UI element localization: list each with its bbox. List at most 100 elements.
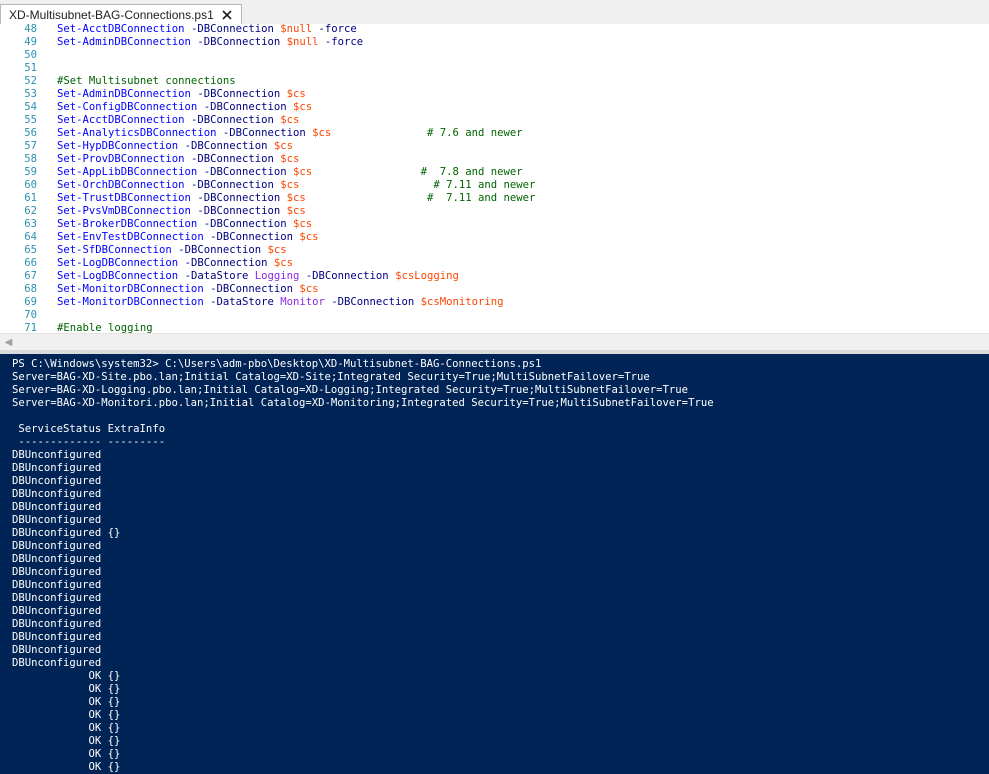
script-editor[interactable]: 48 Set-AcctDBConnection -DBConnection $nu… [0,24,989,333]
token-var: $cs [293,101,313,113]
token-cmd: Set-BrokerDBConnection [57,218,198,230]
console-line: DBUnconfigured [12,449,102,461]
token-var: $cs [280,153,300,165]
token-param: -DBConnection [299,270,396,282]
tab-title: XD-Multisubnet-BAG-Connections.ps1 [9,7,214,22]
scroll-left-icon[interactable]: ◀ [0,334,17,350]
code-text: Set-ProvDBConnection -DBConnection $cs [57,153,299,166]
console-line: OK {} [12,683,121,695]
token-cmd: Set-ConfigDBConnection [57,101,198,113]
code-text: Set-TrustDBConnection -DBConnection $cs … [57,192,535,205]
token-param: -DBConnection [190,192,287,204]
console-line: OK {} [12,709,121,721]
code-text: Set-OrchDBConnection -DBConnection $cs #… [57,179,535,192]
line-number: 67 [24,270,37,282]
code-text: Set-AnalyticsDBConnection -DBConnection … [57,127,523,140]
token-cmd: Set-AcctDBConnection [57,114,185,126]
code-text: Set-SfDBConnection -DBConnection $cs [57,244,287,257]
code-text: Set-AcctDBConnection -DBConnection $null… [57,24,357,36]
line-number: 71 [24,322,37,333]
console-line: PS C:\Windows\system32> C:\Users\adm-pbo… [12,358,542,370]
token-param [299,179,433,191]
token-cmd: Set-AppLibDBConnection [57,166,198,178]
tab-bar: XD-Multisubnet-BAG-Connections.ps1 [0,0,989,25]
token-cmd: Set-AdminDBConnection [57,36,191,48]
code-text: Set-BrokerDBConnection -DBConnection $cs [57,218,312,231]
token-param [312,166,420,178]
token-var: $cs [286,88,306,100]
line-number: 68 [24,283,37,295]
console-line: DBUnconfigured [12,618,102,630]
horizontal-scrollbar[interactable]: ◀ [0,333,989,350]
token-cmt: # 7.8 and newer [420,166,523,178]
token-var: $cs [293,166,313,178]
token-param: -DBConnection [197,101,293,113]
console-pane[interactable]: PS C:\Windows\system32> C:\Users\adm-pbo… [0,354,989,774]
token-param: -DBConnection [178,140,274,152]
token-param: -DataStore [178,270,255,282]
code-text: Set-HypDBConnection -DBConnection $cs [57,140,293,153]
code-text: #Set Multisubnet connections [57,75,236,88]
console-line: OK {} [12,696,121,708]
close-icon[interactable] [220,8,234,22]
token-param: -DBConnection [203,283,300,295]
token-var: $csMonitoring [420,296,504,308]
line-number: 56 [24,127,37,139]
token-cmt: # 7.6 and newer [426,127,523,139]
console-line: DBUnconfigured [12,605,102,617]
token-str: Monitor [280,296,325,308]
line-number: 61 [24,192,37,204]
line-number: 57 [24,140,37,152]
line-number: 50 [24,49,37,61]
console-line: DBUnconfigured [12,475,102,487]
token-param: -DBConnection [178,257,274,269]
token-var: $cs [267,244,287,256]
token-param: -DBConnection [324,296,421,308]
line-number: 52 [24,75,37,87]
console-line: OK {} [12,761,121,773]
token-param [331,127,427,139]
token-param: -DBConnection [184,24,281,35]
console-line: DBUnconfigured [12,540,102,552]
code-text: Set-AppLibDBConnection -DBConnection $cs… [57,166,523,179]
console-line: OK {} [12,670,121,682]
token-param: -DBConnection [203,231,300,243]
code-text: Set-PvsVmDBConnection -DBConnection $cs [57,205,306,218]
token-param: -DBConnection [171,244,268,256]
token-cmt: #Set Multisubnet connections [57,75,236,87]
token-str: Logging [254,270,300,282]
line-number: 48 [24,24,37,35]
token-var: $cs [286,192,306,204]
script-tab[interactable]: XD-Multisubnet-BAG-Connections.ps1 [0,4,242,24]
line-number: 63 [24,218,37,230]
token-param: -DataStore [203,296,281,308]
token-param: -DBConnection [190,205,287,217]
token-cmd: Set-SfDBConnection [57,244,172,256]
line-number: 59 [24,166,37,178]
token-cmd: Set-EnvTestDBConnection [57,231,204,243]
console-line: OK {} [12,748,121,760]
token-var: $csLogging [395,270,459,282]
line-number: 55 [24,114,37,126]
console-line: DBUnconfigured {} [12,527,121,539]
token-param: -DBConnection [184,114,281,126]
line-number: 58 [24,153,37,165]
token-param: -force [318,36,364,48]
token-cmd: Set-OrchDBConnection [57,179,185,191]
line-number: 69 [24,296,37,308]
code-text: Set-MonitorDBConnection -DataStore Monit… [57,296,504,309]
console-line: DBUnconfigured [12,592,102,604]
console-line: DBUnconfigured [12,501,102,513]
line-number: 53 [24,88,37,100]
line-number: 60 [24,179,37,191]
token-param: -DBConnection [197,218,293,230]
token-var: $cs [273,257,293,269]
line-number: 51 [24,62,37,74]
token-cmt: # 7.11 and newer [433,179,536,191]
token-cmd: Set-MonitorDBConnection [57,296,204,308]
console-line: DBUnconfigured [12,514,102,526]
line-number: 65 [24,244,37,256]
token-cmd: Set-TrustDBConnection [57,192,191,204]
token-cmd: Set-LogDBConnection [57,270,179,282]
token-var: $null [280,24,313,35]
